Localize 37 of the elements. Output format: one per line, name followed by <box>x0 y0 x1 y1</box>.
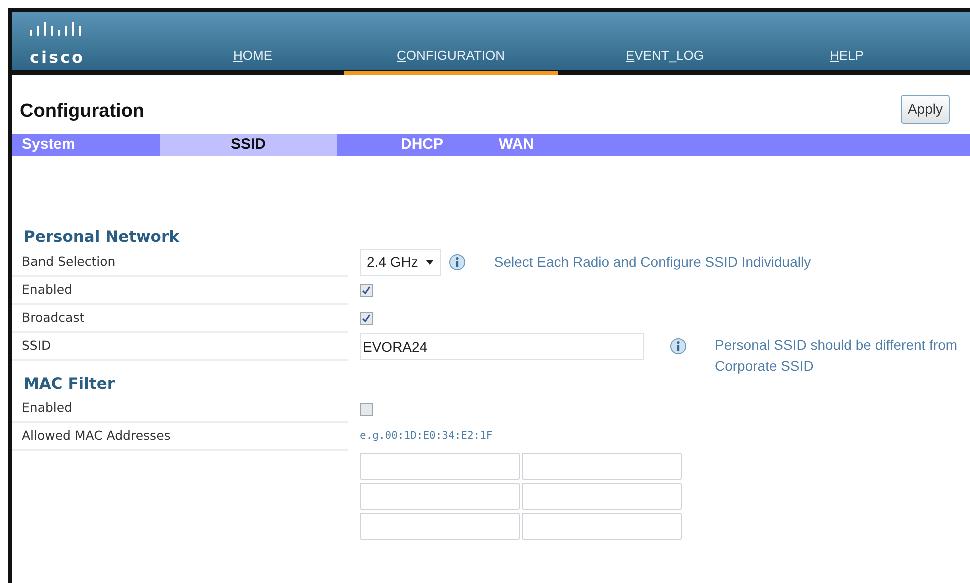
field-label: SSID <box>12 332 348 361</box>
nav-link[interactable]: EVENT_LOG <box>558 46 772 75</box>
mac-address-field[interactable] <box>522 483 682 510</box>
mac-address-field[interactable] <box>360 483 520 510</box>
field-label: Allowed MAC Addresses <box>12 423 348 452</box>
page-title: Configuration <box>20 101 145 124</box>
checkbox[interactable] <box>360 312 373 326</box>
checkbox[interactable] <box>360 284 373 298</box>
field-label: Enabled <box>12 276 348 305</box>
section-heading: MAC Filter <box>24 374 116 394</box>
nav-link[interactable]: HELP <box>772 46 922 75</box>
logo-text: cisco <box>30 50 86 66</box>
ssid-field[interactable]: EVORA24 <box>360 333 644 360</box>
field-label: Enabled <box>12 395 348 424</box>
tab[interactable]: DHCP <box>337 134 457 156</box>
apply-button[interactable]: Apply <box>900 95 950 124</box>
mac-address-field[interactable] <box>360 453 520 480</box>
mac-address-field[interactable] <box>522 513 682 540</box>
mac-address-field[interactable] <box>360 513 520 540</box>
info-icon <box>449 254 466 272</box>
tab[interactable]: System <box>12 134 160 156</box>
tab[interactable]: WAN <box>457 134 617 156</box>
caret-icon <box>426 260 434 266</box>
nav-link[interactable]: HOME <box>162 46 344 75</box>
hint-text: Personal SSID should be different from Corporate SSID <box>715 336 959 376</box>
band-select[interactable]: 2.4 GHz <box>360 249 442 276</box>
section-heading: Personal Network <box>24 228 180 247</box>
nav-link[interactable]: CONFIGURATION <box>344 46 558 75</box>
hint-text: Select Each Radio and Configure SSID Individually <box>494 253 812 272</box>
mac-address-field[interactable] <box>522 453 682 480</box>
tab[interactable]: SSID <box>160 134 337 156</box>
bridge-logo-icon <box>30 22 82 36</box>
info-icon <box>670 338 687 356</box>
field-label: Band Selection <box>12 248 348 277</box>
checkbox[interactable] <box>360 402 373 416</box>
example-text: e.g.00:1D:E0:34:E2:1F <box>360 429 493 444</box>
field-label: Broadcast <box>12 304 348 333</box>
